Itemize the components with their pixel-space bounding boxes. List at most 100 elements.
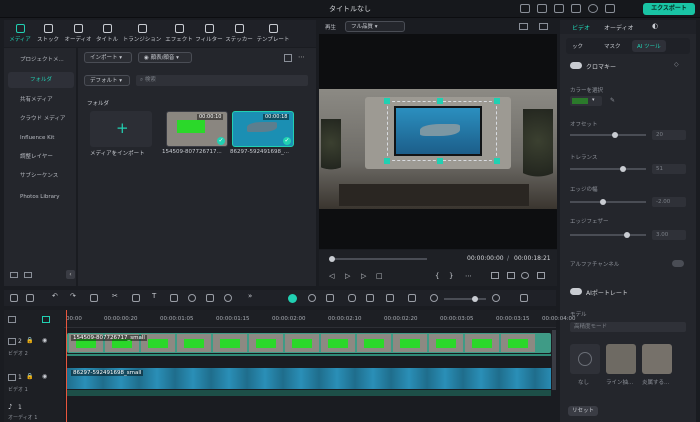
sidebar-item-subsequence[interactable]: サブシーケンス <box>8 168 74 184</box>
import-button[interactable]: インポート ▾ <box>84 52 132 63</box>
play-icon[interactable] <box>308 294 316 302</box>
slider-knob[interactable] <box>612 132 618 138</box>
sidebar-item-photos[interactable]: Photos Library <box>8 189 74 205</box>
tab-video[interactable]: ビデオ <box>572 23 590 32</box>
eyedropper-icon[interactable]: ✎ <box>610 97 615 104</box>
download-icon[interactable] <box>605 4 615 13</box>
image-icon[interactable] <box>539 23 548 30</box>
more-icon[interactable]: » <box>248 292 252 300</box>
folder-icon[interactable] <box>24 272 32 278</box>
preset-2[interactable] <box>642 344 672 374</box>
tab-template[interactable]: テンプレート <box>254 20 292 47</box>
tab-title[interactable]: タイトル <box>94 20 120 47</box>
sidebar-item-folder[interactable]: フォルダ <box>8 72 74 88</box>
zoom-in-icon[interactable] <box>492 294 500 302</box>
snapshot-icon[interactable] <box>519 23 528 30</box>
ai-icon[interactable] <box>386 294 394 302</box>
color-picker[interactable]: ▾ <box>570 96 602 106</box>
play-icon[interactable]: ▷ <box>361 272 366 280</box>
tab-audio[interactable]: オーディオ <box>62 20 94 47</box>
mic-icon[interactable] <box>348 294 356 302</box>
cut-icon[interactable]: ✂ <box>112 292 118 300</box>
mark-in-icon[interactable]: { <box>435 272 439 280</box>
volume-icon[interactable] <box>521 272 529 279</box>
tab-audio[interactable]: オーディオ <box>604 23 634 32</box>
snap-icon[interactable] <box>288 294 297 303</box>
keyframe-icon[interactable]: ◇ <box>674 61 679 68</box>
save-icon[interactable] <box>554 4 564 13</box>
undo-icon[interactable]: ↶ <box>52 292 58 300</box>
import-media-tile[interactable]: + <box>90 111 152 147</box>
headset-icon[interactable] <box>588 4 598 13</box>
monitor-icon[interactable] <box>491 272 499 279</box>
camera-icon[interactable] <box>507 272 515 279</box>
tab-sticker[interactable]: ステッカー <box>224 20 254 47</box>
reset-button[interactable]: リセット <box>568 406 598 416</box>
zoom-icon[interactable] <box>206 294 214 302</box>
fullscreen-icon[interactable] <box>537 272 545 279</box>
eye-icon[interactable]: ◉ <box>42 373 47 380</box>
tolerance-slider[interactable] <box>570 166 646 172</box>
zoom-slider[interactable] <box>444 296 486 302</box>
slider-knob[interactable] <box>620 166 626 172</box>
resize-handle[interactable] <box>437 98 443 104</box>
delete-icon[interactable] <box>90 294 98 302</box>
slider-knob[interactable] <box>624 232 630 238</box>
search-input[interactable]: ⌕ 検索 <box>136 75 308 86</box>
selection-box[interactable] <box>387 101 497 161</box>
resize-handle[interactable] <box>437 158 443 164</box>
eye-icon[interactable]: ◉ <box>42 337 47 344</box>
tolerance-value[interactable]: 51 <box>652 164 686 174</box>
list-icon[interactable] <box>366 294 374 302</box>
more-icon[interactable]: ⋯ <box>298 53 305 61</box>
resize-handle[interactable] <box>494 98 500 104</box>
tab-filter[interactable]: フィルター <box>194 20 224 47</box>
offset-value[interactable]: 20 <box>652 130 686 140</box>
timeline-ruler[interactable]: 00:00 00:00:00:20 00:00:01:05 00:00:01:1… <box>64 310 576 328</box>
crop-icon[interactable] <box>132 294 140 302</box>
speed-icon[interactable] <box>188 294 196 302</box>
media-item-greenscreen[interactable]: 00:00:10 ✓ <box>166 111 228 147</box>
lock-icon[interactable]: 🔒 <box>26 373 33 380</box>
image-icon[interactable] <box>408 294 416 302</box>
stop-icon[interactable]: □ <box>376 272 383 280</box>
edge-feather-slider[interactable] <box>570 232 646 238</box>
sidebar-item-influence[interactable]: Influence Kit <box>8 130 74 146</box>
cloud-icon[interactable] <box>537 4 547 13</box>
sidebar-item-project[interactable]: プロジェクトメ... <box>8 52 74 68</box>
media-item-shark[interactable]: 00:00:18 ✓ <box>232 111 294 147</box>
sidebar-item-adjustment[interactable]: 調整レイヤー <box>8 149 74 165</box>
zoom-out-icon[interactable] <box>430 294 438 302</box>
timeline-scrollbar[interactable] <box>552 330 556 390</box>
edge-feather-value[interactable]: 3.00 <box>652 230 686 240</box>
collapse-icon[interactable]: ‹ <box>66 270 75 279</box>
quality-select[interactable]: フル品質 ▾ <box>345 21 405 32</box>
slider-knob[interactable] <box>472 296 478 302</box>
tab-transition[interactable]: トランジション <box>120 20 164 47</box>
chroma-key-toggle[interactable] <box>570 62 582 69</box>
resize-handle[interactable] <box>384 158 390 164</box>
playhead[interactable] <box>66 310 67 422</box>
clip-shark[interactable]: 86297-592491698_small <box>67 368 551 389</box>
resize-handle[interactable] <box>494 158 500 164</box>
color-icon[interactable]: ◐ <box>652 22 658 30</box>
subtab-basic[interactable]: ック <box>572 42 583 50</box>
sidebar-item-shared[interactable]: 共有メディア <box>8 92 74 108</box>
shield-icon[interactable] <box>326 294 334 302</box>
link-icon[interactable] <box>42 316 50 323</box>
grid-icon[interactable] <box>520 294 528 302</box>
select-icon[interactable] <box>26 294 34 302</box>
alpha-toggle[interactable] <box>672 260 684 267</box>
ai-portrait-toggle[interactable] <box>570 288 582 295</box>
sort-select[interactable]: デフォルト ▾ <box>84 75 130 86</box>
playback-progress[interactable] <box>329 256 427 262</box>
box-icon[interactable] <box>170 294 178 302</box>
model-select[interactable]: 高精度モード <box>570 322 686 332</box>
color-icon[interactable] <box>224 294 232 302</box>
subtab-mask[interactable]: マスク <box>604 42 621 50</box>
edge-width-slider[interactable] <box>570 199 646 205</box>
sidebar-item-cloud[interactable]: クラウド メディア <box>8 111 74 127</box>
send-icon[interactable] <box>520 4 530 13</box>
preset-1[interactable] <box>606 344 636 374</box>
clip-greenscreen[interactable]: 154509-807726717_small <box>67 333 551 353</box>
